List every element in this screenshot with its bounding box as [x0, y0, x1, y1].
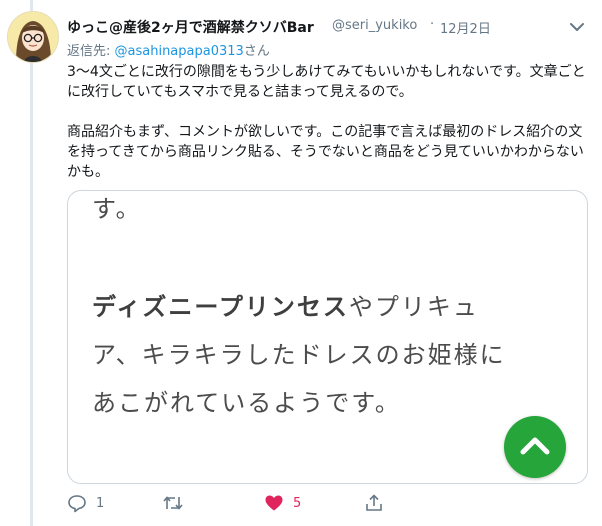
tweet-text: 3〜4文ごとに改行の隙間をもう少しあけてみてもいいかもしれないです。文章ごとに改…	[67, 62, 592, 202]
tweet-paragraph: 3〜4文ごとに改行の隙間をもう少しあけてみてもいいかもしれないです。文章ごとに改…	[67, 64, 586, 100]
card-text-line: あこがれているようです。	[92, 389, 401, 417]
tweet-date[interactable]: 12月2日	[440, 18, 491, 37]
reply-suffix: さん	[243, 44, 270, 59]
chevron-up-icon	[520, 437, 550, 455]
card-text-line: す。	[92, 195, 142, 223]
reply-icon	[68, 495, 86, 513]
tweet-actions: 1 5	[67, 490, 587, 516]
reply-context: 返信先: @asahinapapa0313さん	[67, 40, 270, 59]
share-button[interactable]	[364, 492, 384, 514]
avatar-illustration-icon	[8, 12, 58, 62]
image-card[interactable]: す。 ディズニープリンセスやプリキュ ア、キラキラしたドレスのお姫様に あこがれ…	[67, 190, 588, 484]
retweet-icon	[163, 496, 183, 510]
card-text-line: ア、キラキラしたドレスのお姫様に	[92, 341, 506, 369]
author-handle[interactable]: @seri_yukiko	[332, 18, 417, 33]
card-text-bold: ディズニープリンセス	[92, 293, 349, 321]
avatar[interactable]	[7, 11, 59, 63]
heart-icon	[265, 495, 283, 511]
thread-line	[30, 0, 33, 526]
card-text-line: ディズニープリンセスやプリキュ	[92, 287, 479, 322]
tweet-header: ゆっこ@産後2ヶ月で酒解禁クソバBar @seri_yukiko · 12月2日	[67, 15, 587, 37]
author-name[interactable]: ゆっこ@産後2ヶ月で酒解禁クソバBar	[67, 17, 314, 37]
card-text-rest: やプリキュ	[348, 293, 479, 321]
reply-prefix: 返信先:	[67, 44, 115, 59]
reply-button[interactable]: 1	[67, 492, 104, 514]
retweet-button[interactable]	[162, 492, 193, 514]
like-button[interactable]: 5	[264, 492, 301, 514]
like-count: 5	[293, 495, 302, 511]
reply-mention-link[interactable]: @asahinapapa0313	[115, 44, 244, 59]
share-icon	[366, 494, 382, 511]
chevron-down-icon[interactable]	[568, 19, 586, 35]
reply-count: 1	[96, 495, 105, 511]
scroll-top-button[interactable]	[504, 416, 566, 478]
separator-dot: ·	[430, 17, 435, 32]
tweet-paragraph: 商品紹介もまず、コメントが欲しいです。この記事で言えば最初のドレス紹介の文を持っ…	[67, 124, 584, 180]
